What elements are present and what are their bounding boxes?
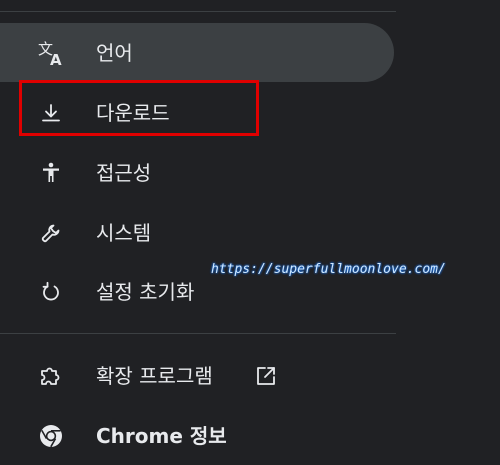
menu-item-extensions[interactable]: 확장 프로그램 [0,346,394,405]
reset-icon [37,278,65,306]
section-divider [0,333,396,334]
highlight-box [19,80,259,136]
external-link-icon [255,365,277,387]
top-divider [0,11,396,12]
wrench-icon [37,219,65,247]
menu-item-label: Chrome 정보 [96,423,227,448]
menu-item-language[interactable]: 文 A 언어 [0,23,394,82]
menu-item-label: 확장 프로그램 [96,363,213,388]
menu-item-label: 언어 [96,40,133,65]
menu-item-system[interactable]: 시스템 [0,203,394,262]
watermark-url: https://superfullmoonlove.com/ [211,262,446,277]
menu-item-accessibility[interactable]: 접근성 [0,143,394,202]
translate-icon: 文 A [37,39,65,67]
menu-item-label: 시스템 [96,220,152,245]
accessibility-icon [37,159,65,187]
svg-text:A: A [50,51,62,67]
menu-item-label: 설정 초기화 [96,279,195,304]
menu-item-about-chrome[interactable]: Chrome 정보 [0,406,394,465]
menu-item-label: 접근성 [96,160,152,185]
chrome-logo-icon [37,422,65,450]
extension-puzzle-icon [37,362,65,390]
